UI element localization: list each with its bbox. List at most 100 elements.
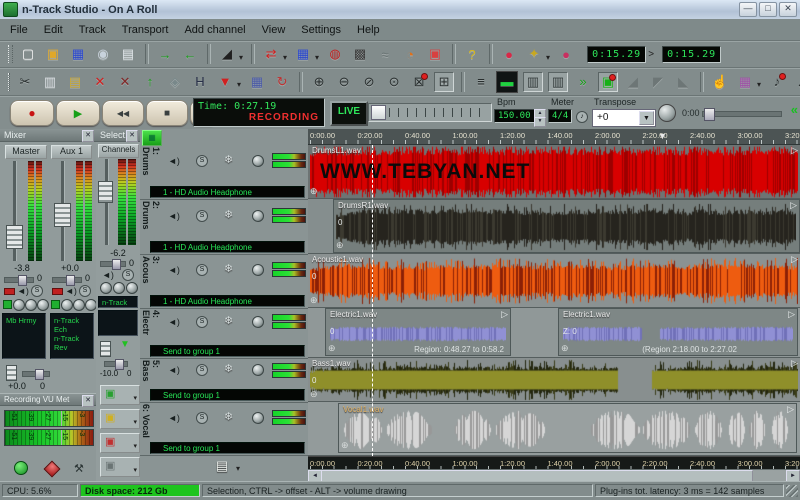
toolbar-grip[interactable] (8, 45, 13, 63)
stop-button[interactable]: ■ (146, 100, 188, 126)
show-mixer-icon[interactable]: ▥ (523, 71, 544, 92)
track-list-button[interactable]: ▦ (142, 130, 162, 146)
monitor-on-button[interactable] (14, 461, 28, 475)
minimize-button[interactable]: — (739, 2, 757, 17)
rewind-button[interactable]: ◀◀ (102, 100, 144, 126)
song-overview-icon[interactable]: ▤ (118, 44, 138, 64)
fast-forward-icon[interactable]: « (791, 102, 798, 117)
track-solo-button[interactable]: S (196, 412, 208, 424)
delete-icon[interactable]: ✕ (90, 72, 110, 92)
track-solo-button[interactable]: S (196, 155, 208, 167)
menu-add-channel[interactable]: Add channel (184, 24, 245, 36)
track-output-display[interactable]: 1 - HD Audio Headphone (150, 241, 305, 253)
aux1-speaker-icon[interactable]: ◄) (65, 286, 77, 296)
fx-entry[interactable]: n-Track Rev (54, 334, 93, 352)
selected-pan-slider[interactable] (100, 259, 126, 270)
master-output-dropdown-icon[interactable]: ▾ (236, 464, 240, 473)
track-number-label[interactable]: 5: Bass (141, 360, 161, 387)
open-song-icon[interactable]: ▣ (43, 44, 63, 64)
audio-output-icon[interactable]: ♫ (792, 72, 800, 92)
close-button[interactable]: ✕ (779, 2, 797, 17)
track-volume-knob[interactable] (252, 412, 264, 424)
track-volume-knob[interactable] (252, 364, 264, 376)
track-freeze-icon[interactable]: ❄ (224, 208, 233, 221)
copy-icon[interactable]: ▥ (40, 72, 60, 92)
live-button[interactable]: LIVE (330, 101, 368, 126)
track-volume-knob[interactable] (252, 210, 264, 222)
video-window-icon[interactable]: ▩ (350, 44, 370, 64)
anchor-icon[interactable]: ◈ (165, 72, 185, 92)
master-fader[interactable] (6, 225, 23, 249)
fade-in-icon[interactable]: ◢ (623, 72, 643, 92)
aux1-pan-slider[interactable] (52, 275, 82, 286)
wave-region[interactable]: DrumsR1.wav 0 ▷ ⊕ (333, 199, 800, 253)
track-freeze-icon[interactable]: ❄ (224, 153, 233, 166)
marker-tool-icon[interactable]: H (190, 72, 210, 92)
key-shortcut-dropdown-icon[interactable]: ▾ (546, 53, 550, 62)
tempo-slider[interactable] (368, 103, 492, 122)
track-mute-icon[interactable]: ◄) (168, 413, 180, 423)
play-button[interactable]: ▶ (56, 100, 100, 126)
track-output-display[interactable]: Send to group 1 (150, 345, 305, 357)
wave-region[interactable]: Electric1.wav 0 ▷ Region: 0:48.27 to 0:5… (325, 308, 511, 356)
track-output-display[interactable]: Send to group 1 (150, 389, 305, 401)
gain-node-value[interactable]: 0 (312, 272, 316, 281)
zoom-selection-icon[interactable]: ⊠ (409, 72, 429, 92)
key-shortcut-icon[interactable]: ✦ (524, 44, 544, 64)
selected-eq-knob-3[interactable] (126, 282, 138, 294)
cut-icon[interactable]: ✂ (15, 72, 35, 92)
hand-tool-icon[interactable]: ☝ (710, 72, 730, 92)
punch-in-display[interactable]: 0:15.29 (587, 45, 647, 63)
aux1-eq-knob-2[interactable] (73, 299, 85, 311)
timeline-marker-icon[interactable]: ▼ (658, 131, 667, 141)
track-mute-icon[interactable]: ◄) (168, 317, 180, 327)
mixer-panel-header[interactable]: Mixer ✕ (0, 129, 96, 142)
resize-grip[interactable] (786, 485, 798, 497)
metronome-note-button[interactable]: ♪ (576, 111, 588, 123)
zoom-in-icon[interactable]: ⊕ (309, 72, 329, 92)
menu-edit[interactable]: Edit (44, 24, 63, 36)
region-play-icon[interactable]: ▷ (787, 404, 794, 415)
track-number-label[interactable]: 2: Drums (141, 201, 161, 239)
fx-entry[interactable]: n-Track Ech (54, 316, 93, 334)
master-channel-button[interactable]: Master (5, 145, 47, 159)
new-song-icon[interactable]: ▢ (18, 44, 38, 64)
track-number-label[interactable]: 1: Drums (141, 147, 161, 184)
volume-draw-icon[interactable]: ◢ (217, 44, 237, 64)
cables-icon[interactable]: ≈ (375, 44, 395, 64)
gain-node-value[interactable]: 0 (330, 327, 334, 336)
goto-start-icon[interactable]: » (573, 72, 593, 92)
selected-out-pan[interactable] (104, 359, 128, 370)
selected-mini-fader[interactable] (100, 341, 111, 357)
track-mute-icon[interactable]: ◄) (168, 211, 180, 221)
insert-slot-1-button[interactable]: ▣ ▾ (100, 385, 140, 405)
meter-display[interactable]: 4/4 (548, 109, 573, 123)
selected-fx-list[interactable] (98, 310, 138, 336)
region-play-icon[interactable]: ▷ (791, 145, 798, 156)
insert-slot-4-button-dropdown-icon[interactable]: ▾ (133, 462, 137, 479)
metronome-icon[interactable]: ◔ (400, 44, 420, 64)
region-play-icon[interactable]: ▷ (501, 309, 508, 320)
lane-electric[interactable]: Electric1.wav 0 ▷ Region: 0:48.27 to 0:5… (308, 308, 800, 358)
selected-panel-header[interactable]: Select.. ✕ (96, 129, 140, 142)
insert-slot-2-button-dropdown-icon[interactable]: ▾ (133, 414, 137, 431)
gain-node-value[interactable]: Z: 0 (563, 327, 577, 336)
track-number-label[interactable]: 4: Electr (141, 310, 161, 343)
fx-entry[interactable]: n-Track Cha (102, 298, 137, 307)
punch-out-display[interactable]: 0:15.29 (662, 45, 722, 63)
master-eq-knob-2[interactable] (25, 299, 37, 311)
master-mute-led[interactable] (4, 288, 15, 295)
mixdown-dropdown-icon[interactable]: ▾ (315, 53, 319, 62)
track-volume-knob[interactable] (252, 264, 264, 276)
transpose-select[interactable]: +0 ▼ (592, 109, 656, 127)
piano-roll-dropdown-icon[interactable]: ▾ (757, 80, 761, 89)
insert-slot-3-button[interactable]: ▣ ▾ (100, 433, 140, 453)
track-mute-icon[interactable]: ◄) (168, 365, 180, 375)
track-mute-icon[interactable]: ◄) (168, 265, 180, 275)
zoom-vertical-icon[interactable]: ⊙ (384, 72, 404, 92)
title-bar[interactable]: n-Track Studio - On A Roll — □ ✕ (0, 0, 800, 20)
maximize-button[interactable]: □ (759, 2, 777, 17)
region-play-icon[interactable]: ▷ (791, 254, 798, 265)
master-eq-icon[interactable] (3, 300, 12, 309)
bpm-display[interactable]: 150.00 (494, 109, 535, 123)
